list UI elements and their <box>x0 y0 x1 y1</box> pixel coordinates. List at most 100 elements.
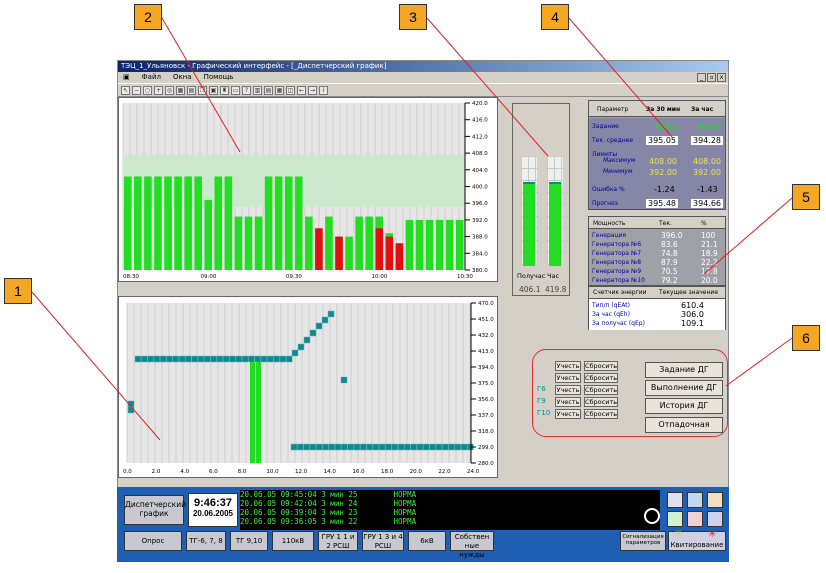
zoom-icon[interactable]: ○ <box>143 85 152 95</box>
zoom-out-icon[interactable]: − <box>132 85 141 95</box>
y-tick-label: 375.0 <box>478 381 494 387</box>
station-tab-4[interactable]: ГРУ 1 1 и 2 РСШ <box>318 531 358 551</box>
menu-help[interactable]: Помощь <box>202 72 236 83</box>
document-icon[interactable] <box>687 492 703 508</box>
help-icon[interactable]: ? <box>242 85 251 95</box>
x-tick-label: 10.0 <box>266 469 279 475</box>
accept-button[interactable]: Учесть <box>555 397 581 407</box>
table-icon[interactable]: ▤ <box>187 85 196 95</box>
menu-windows[interactable]: Окна <box>171 72 194 83</box>
minimize-button[interactable]: _ <box>697 73 706 82</box>
window-icon[interactable]: ◫ <box>286 85 295 95</box>
step-point <box>410 443 417 451</box>
reset-button[interactable]: Сбросить <box>584 409 618 419</box>
layout-1-icon[interactable]: ▥ <box>253 85 262 95</box>
log-line: 20.06.05 09:42:04 3 мин 24 НОРМА <box>240 499 417 508</box>
reset-button[interactable]: Сбросить <box>584 385 618 395</box>
callout-3: 3 <box>399 4 427 30</box>
x-tick-label: 14.0 <box>324 469 337 475</box>
log-line: 20.06.05 09:39:04 3 мин 23 НОРМА <box>240 508 417 517</box>
pencil-icon[interactable] <box>667 492 683 508</box>
station-tab-6[interactable]: 6кВ <box>408 531 446 551</box>
step-point <box>127 400 135 408</box>
accept-button[interactable]: Учесть <box>555 361 581 371</box>
copy-icon[interactable]: ❐ <box>198 85 207 95</box>
step-point <box>435 443 443 451</box>
gauge-label-halfhour: Получас <box>517 272 546 280</box>
restore-button[interactable]: ▫ <box>707 73 716 82</box>
green-bar <box>355 216 363 270</box>
power-row-current: 83.6 <box>661 240 678 249</box>
dg-execution-button[interactable]: Выполнение ДГ <box>645 380 723 396</box>
station-tab-0[interactable]: Опрос <box>124 531 182 551</box>
signal-params-button[interactable]: Сигнализация параметров <box>620 531 666 551</box>
forward-icon[interactable]: → <box>308 85 317 95</box>
info-icon[interactable]: i <box>319 85 328 95</box>
x-tick-label: 10:00 <box>372 274 388 280</box>
debug-button[interactable]: Отпадочная <box>645 417 723 433</box>
power-row-label: Генерация <box>592 232 627 239</box>
network-icon[interactable] <box>667 511 683 527</box>
accept-button[interactable]: Учесть <box>555 409 581 419</box>
grid-icon[interactable]: ▦ <box>176 85 185 95</box>
window-title: ТЭЦ_1_Ульяновск - Графический интерфейс … <box>118 61 728 72</box>
green-bar <box>425 219 434 270</box>
step-point <box>309 329 317 337</box>
station-tab-7[interactable]: Собствен ные нужды <box>450 531 494 559</box>
reset-button[interactable]: Сбросить <box>584 397 618 407</box>
step-point <box>391 443 399 451</box>
accept-button[interactable]: Учесть <box>555 385 581 395</box>
wrench-icon[interactable] <box>707 492 723 508</box>
menu-file[interactable]: Файл <box>140 72 163 83</box>
power-row-percent: 22.2 <box>701 258 718 267</box>
y-tick-label: 412.0 <box>472 134 488 140</box>
dispatch-panel[interactable]: Диспетчерский график <box>124 495 186 525</box>
step-point <box>315 443 323 451</box>
gauge-value-halfhour: 406.1 <box>519 285 541 294</box>
green-bar <box>234 216 243 270</box>
station-tab-5[interactable]: ГРУ 1 3 и 4 РСШ <box>362 531 404 551</box>
step-point <box>397 443 405 451</box>
step-point <box>134 355 142 363</box>
menu-icon[interactable]: ▣ <box>121 72 132 83</box>
dg-task-button[interactable]: Задание ДГ <box>645 362 723 378</box>
layout-3-icon[interactable]: ▦ <box>275 85 284 95</box>
x-tick-label: 09:30 <box>286 274 302 280</box>
x-tick-label: 2.0 <box>152 469 161 475</box>
step-point <box>460 443 468 451</box>
find-icon[interactable]: ♜ <box>220 85 229 95</box>
y-tick-label: 404.0 <box>472 168 488 174</box>
close-button[interactable]: x <box>717 73 726 82</box>
reset-button[interactable]: Сбросить <box>584 361 618 371</box>
menu-bar: ▣ Файл Окна Помощь <box>118 72 728 83</box>
y-tick-label: 384.0 <box>472 251 488 257</box>
clock: 9:46:37 20.06.2005 <box>188 493 238 527</box>
settings-icon[interactable] <box>687 511 703 527</box>
param-row-v2: 392.00 <box>693 168 721 177</box>
pointer-icon[interactable]: ↖ <box>121 85 130 95</box>
zoom-in-icon[interactable]: + <box>154 85 163 95</box>
dg-history-button[interactable]: История ДГ <box>645 398 723 414</box>
power-header-percent: % <box>701 220 707 227</box>
zoom-fit-icon[interactable]: ◎ <box>165 85 174 95</box>
station-tab-3[interactable]: 110кВ <box>272 531 314 551</box>
green-bar <box>345 236 353 270</box>
station-tab-1[interactable]: ТГ-6, 7, 8 <box>186 531 226 551</box>
monitor-icon[interactable] <box>707 511 723 527</box>
dispatch-label: Диспетчерский график <box>125 500 186 518</box>
power-row-label: Генератора №6 <box>592 241 642 248</box>
callout-line-6 <box>725 337 793 387</box>
station-tab-2[interactable]: ТГ 9,10 <box>230 531 268 551</box>
step-point <box>248 355 255 363</box>
green-bar <box>244 216 253 270</box>
layout-2-icon[interactable]: ▤ <box>264 85 273 95</box>
power-row-percent: 21.1 <box>701 240 718 249</box>
reset-button[interactable]: Сбросить <box>584 373 618 383</box>
gauge-hour <box>547 156 563 266</box>
gauge-halfhour <box>521 156 537 266</box>
back-icon[interactable]: ← <box>297 85 306 95</box>
paste-icon[interactable]: ▣ <box>209 85 218 95</box>
print-icon[interactable]: ▭ <box>231 85 240 95</box>
clock-time: 9:46:37 <box>194 497 232 509</box>
accept-button[interactable]: Учесть <box>555 373 581 383</box>
